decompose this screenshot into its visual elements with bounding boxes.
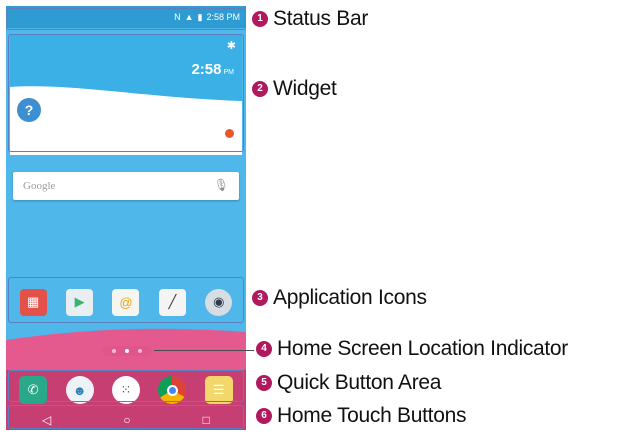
page-dot-active[interactable] (125, 349, 129, 353)
callout-status-bar: 1 Status Bar (252, 7, 368, 31)
callout-number: 6 (256, 408, 272, 424)
callout-label: Quick Button Area (277, 371, 442, 394)
callout-number: 4 (256, 341, 272, 357)
quick-button-area-frame (8, 370, 244, 402)
status-bar-frame (6, 8, 246, 30)
callout-label: Status Bar (273, 7, 369, 30)
callout-quick-button-area: 5 Quick Button Area (256, 371, 441, 395)
callout-label: Home Screen Location Indicator (277, 337, 568, 360)
widget-frame (8, 34, 244, 152)
callout-number: 2 (252, 81, 268, 97)
google-search-bar[interactable]: Google 🎙︎ (13, 172, 239, 200)
home-buttons-frame (8, 405, 244, 429)
callout-location-indicator: 4 Home Screen Location Indicator (256, 337, 568, 361)
callout-number: 1 (252, 11, 268, 27)
callout-number: 5 (256, 375, 272, 391)
callout-home-touch-buttons: 6 Home Touch Buttons (256, 404, 466, 428)
mic-icon[interactable]: 🎙︎ (214, 178, 229, 192)
page-dot[interactable] (138, 349, 142, 353)
callout-widget: 2 Widget (252, 77, 337, 101)
page-dot[interactable] (112, 349, 116, 353)
callout-label: Widget (273, 77, 337, 100)
google-label: Google (23, 180, 56, 192)
callout-application-icons: 3 Application Icons (252, 286, 427, 310)
callout-label: Application Icons (273, 286, 427, 309)
application-icons-frame (8, 277, 244, 323)
callout-label: Home Touch Buttons (277, 404, 467, 427)
home-screen-location-indicator[interactable] (102, 346, 152, 356)
indicator-connector-line (154, 350, 254, 351)
callout-number: 3 (252, 290, 268, 306)
